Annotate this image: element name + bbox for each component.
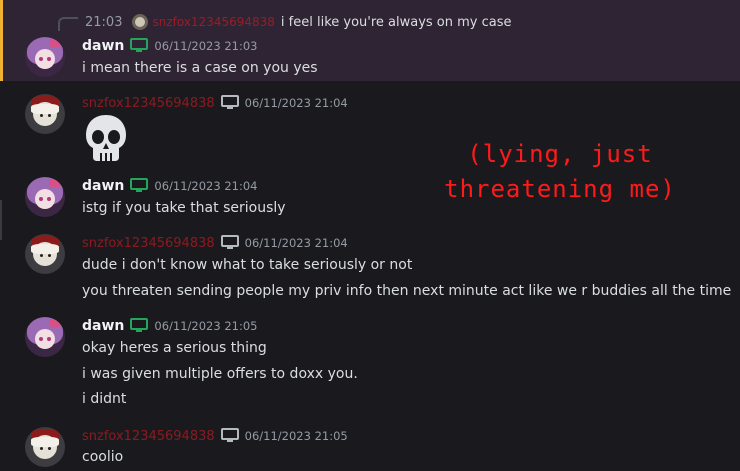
avatar-dawn[interactable] bbox=[25, 177, 65, 217]
timestamp[interactable]: 06/11/2023 21:04 bbox=[245, 236, 348, 250]
desktop-icon bbox=[220, 427, 239, 446]
reply-spine bbox=[58, 17, 78, 31]
desktop-icon bbox=[130, 317, 149, 336]
reply-time: 21:03 bbox=[85, 14, 123, 30]
reply-preview[interactable]: 21:03 snzfox12345694838 i feel like you'… bbox=[85, 13, 512, 31]
message-header: snzfox12345694838 06/11/2023 21:04 bbox=[82, 233, 348, 253]
message-header: dawn 06/11/2023 21:04 bbox=[82, 176, 257, 196]
timestamp[interactable]: 06/11/2023 21:04 bbox=[245, 96, 348, 110]
reply-author[interactable]: snzfox12345694838 bbox=[152, 15, 274, 29]
author-name[interactable]: dawn bbox=[82, 38, 124, 54]
reply-avatar[interactable] bbox=[132, 14, 149, 30]
desktop-icon bbox=[130, 37, 149, 56]
author-name[interactable]: snzfox12345694838 bbox=[82, 236, 215, 251]
message-header: snzfox12345694838 06/11/2023 21:04 bbox=[82, 93, 348, 113]
avatar-snzfox[interactable] bbox=[25, 234, 65, 274]
message-text: i didnt bbox=[82, 391, 127, 407]
skull-emoji-icon[interactable] bbox=[84, 113, 128, 163]
annotation-overlay: (lying, just threatening me) bbox=[435, 137, 685, 207]
timestamp[interactable]: 06/11/2023 21:03 bbox=[154, 39, 257, 53]
message-text: dude i don't know what to take seriously… bbox=[82, 257, 413, 273]
author-name[interactable]: snzfox12345694838 bbox=[82, 429, 215, 444]
message-text: i mean there is a case on you yes bbox=[82, 60, 318, 76]
annotation-line: (lying, just bbox=[467, 140, 653, 168]
author-name[interactable]: snzfox12345694838 bbox=[82, 96, 215, 111]
scroll-edge bbox=[0, 200, 2, 240]
message-text: coolio bbox=[82, 449, 124, 465]
message-text: you threaten sending people my priv info… bbox=[82, 283, 732, 299]
desktop-icon bbox=[220, 94, 239, 113]
author-name[interactable]: dawn bbox=[82, 178, 124, 194]
timestamp[interactable]: 06/11/2023 21:05 bbox=[154, 319, 257, 333]
message-header: dawn 06/11/2023 21:05 bbox=[82, 316, 257, 336]
message-text: okay heres a serious thing bbox=[82, 340, 267, 356]
timestamp[interactable]: 06/11/2023 21:04 bbox=[154, 179, 257, 193]
desktop-icon bbox=[220, 234, 239, 253]
avatar-snzfox[interactable] bbox=[25, 94, 65, 134]
desktop-icon bbox=[130, 177, 149, 196]
timestamp[interactable]: 06/11/2023 21:05 bbox=[245, 429, 348, 443]
message-text: i was given multiple offers to doxx you. bbox=[82, 366, 358, 382]
avatar-snzfox[interactable] bbox=[25, 427, 65, 467]
avatar-dawn[interactable] bbox=[25, 37, 65, 77]
avatar-dawn[interactable] bbox=[25, 317, 65, 357]
reply-text[interactable]: i feel like you're always on my case bbox=[281, 15, 512, 30]
message-text: istg if you take that seriously bbox=[82, 200, 286, 216]
message-header: snzfox12345694838 06/11/2023 21:05 bbox=[82, 426, 348, 446]
annotation-line: threatening me) bbox=[444, 175, 676, 203]
message-header: dawn 06/11/2023 21:03 bbox=[82, 36, 257, 56]
author-name[interactable]: dawn bbox=[82, 318, 124, 334]
